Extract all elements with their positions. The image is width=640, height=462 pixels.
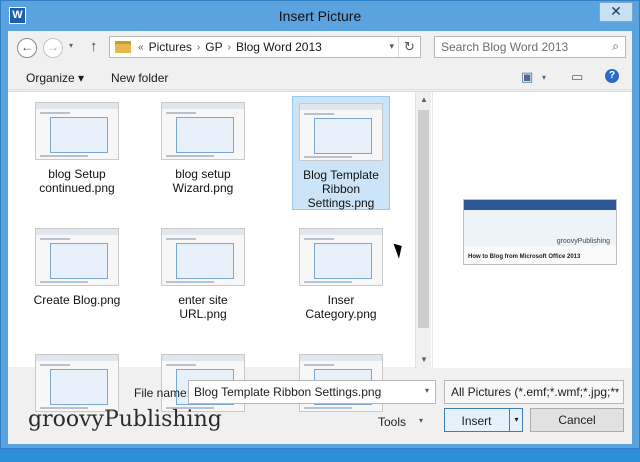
file-thumbnail: [161, 102, 245, 160]
filter-dropdown-icon[interactable]: ▾: [615, 386, 619, 395]
file-type-filter[interactable]: All Pictures (*.emf;*.wmf;*.jpg;* ▾: [444, 380, 624, 404]
breadcrumb-gp[interactable]: GP: [205, 40, 222, 54]
tools-menu[interactable]: Tools: [378, 415, 406, 429]
file-item[interactable]: Create Blog.png: [28, 222, 126, 336]
vertical-scrollbar[interactable]: ▲ ▼: [415, 92, 431, 368]
search-input[interactable]: Search Blog Word 2013 ⌕: [434, 36, 626, 58]
navigation-bar: ← → ▾ ↑ « Pictures › GP › Blog Word 2013…: [8, 31, 632, 63]
organize-menu[interactable]: Organize ▾: [26, 71, 84, 85]
preview-pane-icon[interactable]: ▭: [571, 69, 583, 85]
file-name-value: Blog Template Ribbon Settings.png: [194, 385, 382, 399]
close-button[interactable]: ✕: [599, 2, 633, 22]
address-dropdown-icon[interactable]: ▾: [389, 41, 394, 52]
file-name-label: Blog Template Ribbon Settings.png: [303, 168, 379, 210]
scroll-up-icon[interactable]: ▲: [416, 92, 432, 108]
file-name-input[interactable]: Blog Template Ribbon Settings.png ▾: [188, 380, 436, 404]
preview-watermark: groovyPublishing: [556, 238, 610, 245]
preview-image: groovyPublishing How to Blog from Micros…: [463, 199, 617, 265]
breadcrumb-overflow[interactable]: «: [138, 42, 144, 53]
insert-button[interactable]: Insert ▾: [444, 408, 523, 432]
file-name-label: Create Blog.png: [33, 293, 121, 307]
preview-pane: groovyPublishing How to Blog from Micros…: [432, 92, 632, 368]
insert-label: Insert: [461, 414, 492, 428]
breadcrumb-pictures[interactable]: Pictures: [149, 40, 192, 54]
file-type-value: All Pictures (*.emf;*.wmf;*.jpg;*: [451, 385, 616, 399]
address-bar[interactable]: « Pictures › GP › Blog Word 2013 ▾ ↻: [109, 36, 421, 58]
new-folder-button[interactable]: New folder: [111, 71, 168, 85]
dialog-title: Insert Picture: [278, 8, 362, 24]
file-name-label: enter site URL.png: [178, 293, 228, 321]
search-icon[interactable]: ⌕: [612, 39, 619, 54]
dialog-footer: File name: Blog Template Ribbon Settings…: [8, 367, 632, 444]
help-icon[interactable]: ?: [605, 69, 619, 83]
folder-icon: [115, 41, 131, 53]
file-name-label: blog Setup continued.png: [39, 167, 115, 195]
back-button[interactable]: ←: [17, 38, 37, 58]
search-placeholder: Search Blog Word 2013: [441, 40, 569, 54]
command-toolbar: Organize ▾ New folder ▣ ▾ ▭ ?: [8, 64, 632, 90]
file-thumbnail: [299, 103, 383, 161]
file-list-pane: blog Setup continued.png blog setup Wizar…: [8, 91, 632, 412]
tools-dropdown-icon[interactable]: ▾: [419, 416, 423, 425]
cancel-button[interactable]: Cancel: [530, 408, 624, 432]
file-name-dropdown-icon[interactable]: ▾: [425, 386, 429, 395]
insert-picture-dialog: W Insert Picture ✕ ← → ▾ ↑ « Pictures › …: [0, 0, 640, 449]
file-thumbnail: [35, 102, 119, 160]
breadcrumb-blog-word-2013[interactable]: Blog Word 2013: [236, 40, 322, 54]
scrollbar-thumb[interactable]: [418, 110, 429, 328]
mouse-cursor-icon: [393, 241, 406, 259]
file-name-label: blog setup Wizard.png: [172, 167, 234, 195]
file-item[interactable]: Blog Template Ribbon Settings.png: [292, 96, 390, 210]
file-item[interactable]: blog Setup continued.png: [28, 96, 126, 210]
file-name-label: Inser Category.png: [305, 293, 377, 321]
breadcrumb-chevron-icon[interactable]: ›: [197, 42, 200, 53]
recent-locations-chevron-icon[interactable]: ▾: [69, 41, 73, 50]
file-thumbnail: [161, 228, 245, 286]
preview-ribbon: [464, 200, 616, 210]
file-item[interactable]: enter site URL.png: [154, 222, 252, 336]
groovypublishing-logo: groovyPublishing: [28, 407, 222, 432]
up-folder-button[interactable]: ↑: [90, 38, 98, 55]
view-dropdown-icon[interactable]: ▾: [542, 73, 546, 82]
insert-options-chevron-icon[interactable]: ▾: [509, 409, 523, 431]
refresh-icon[interactable]: ↻: [398, 37, 420, 57]
title-bar: W Insert Picture ✕: [1, 1, 639, 31]
preview-caption: How to Blog from Microsoft Office 2013: [468, 254, 581, 260]
breadcrumb-chevron-icon[interactable]: ›: [228, 42, 231, 53]
forward-button[interactable]: →: [43, 38, 63, 58]
file-thumbnail: [35, 228, 119, 286]
dialog-client: ← → ▾ ↑ « Pictures › GP › Blog Word 2013…: [8, 31, 632, 444]
file-name-label: File name:: [134, 386, 191, 400]
file-thumbnail: [299, 228, 383, 286]
file-item[interactable]: blog setup Wizard.png: [154, 96, 252, 210]
change-view-icon[interactable]: ▣: [521, 69, 533, 85]
scroll-down-icon[interactable]: ▼: [416, 352, 432, 368]
file-item[interactable]: Inser Category.png: [292, 222, 390, 336]
